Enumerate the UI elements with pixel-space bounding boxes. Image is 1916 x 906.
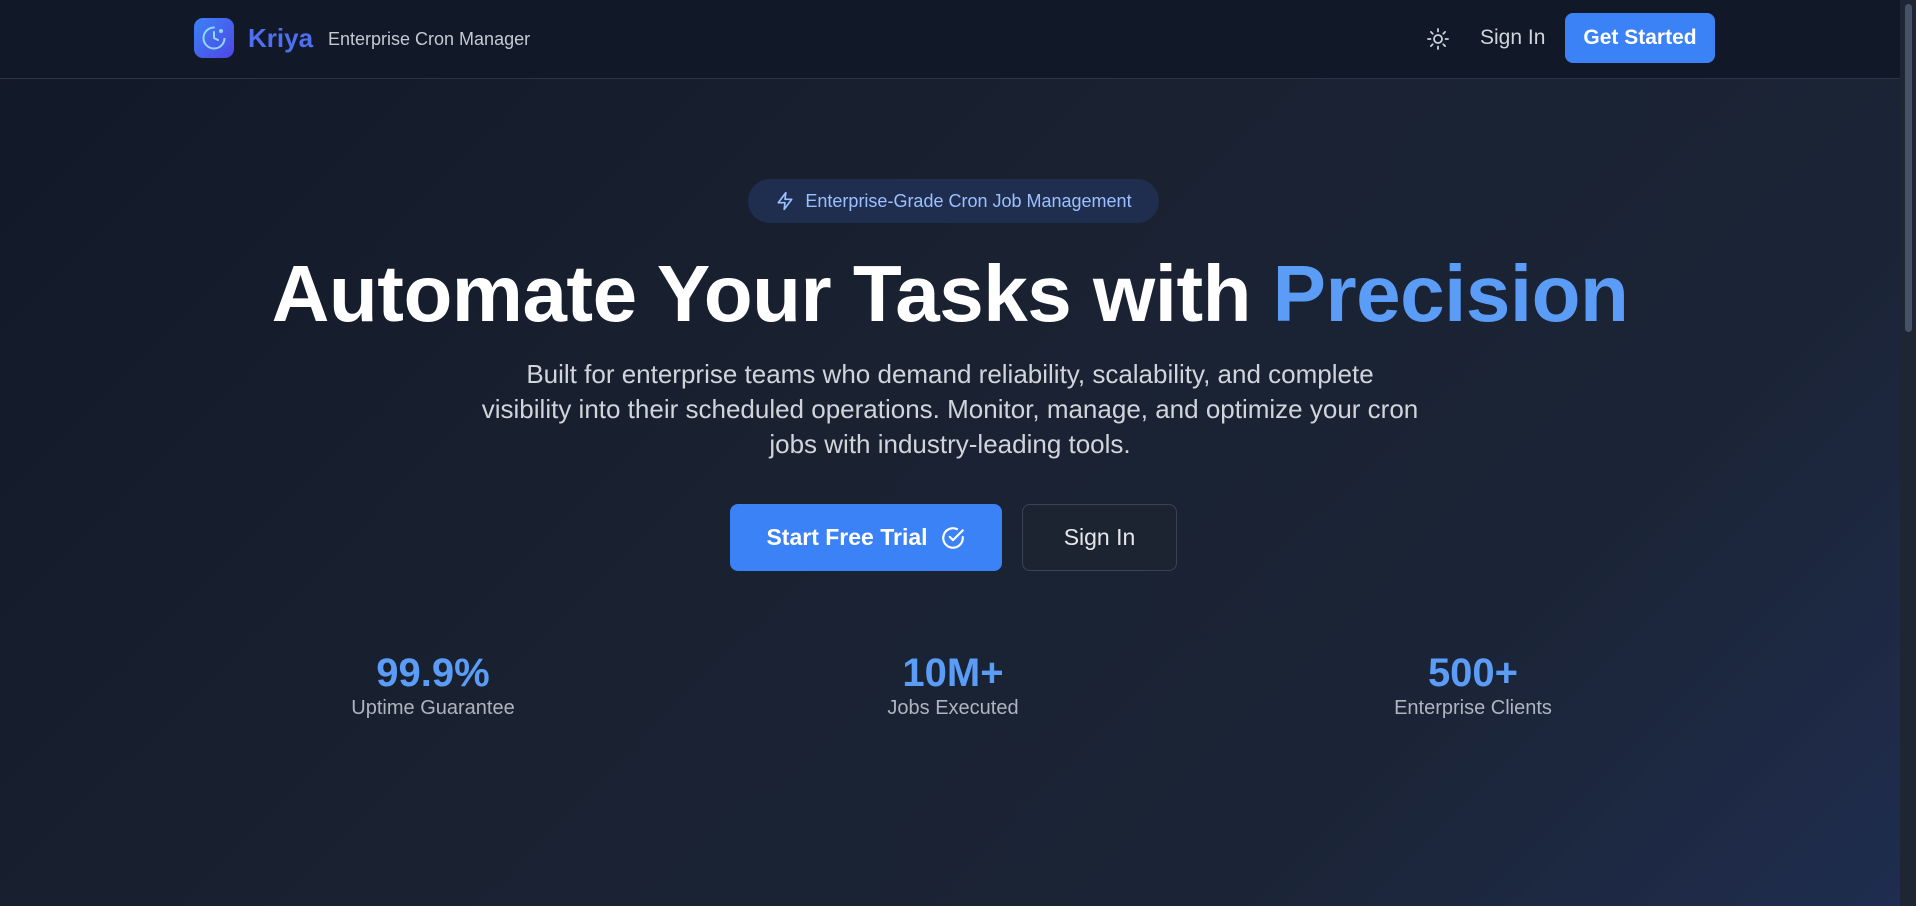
theme-toggle-button[interactable] <box>1423 24 1453 54</box>
hero-sign-in-button[interactable]: Sign In <box>1022 504 1177 571</box>
nav-sign-in-link[interactable]: Sign In <box>1480 25 1545 51</box>
start-free-trial-label: Start Free Trial <box>766 524 928 550</box>
stat-jobs: 10M+ Jobs Executed <box>753 650 1153 720</box>
hero-title: Automate Your Tasks with Precision <box>0 248 1900 340</box>
stat-value: 99.9% <box>376 651 490 695</box>
stat-label: Uptime Guarantee <box>351 697 515 719</box>
lightning-icon <box>777 191 793 211</box>
check-circle-icon <box>941 526 964 549</box>
stat-value: 500+ <box>1427 651 1519 695</box>
brand-tagline: Enterprise Cron Manager <box>328 29 531 49</box>
hero-badge: Enterprise-Grade Cron Job Management <box>748 179 1159 223</box>
stat-clients: 500+ Enterprise Clients <box>1273 650 1673 720</box>
start-free-trial-button[interactable]: Start Free Trial <box>730 504 1002 571</box>
stat-uptime: 99.9% Uptime Guarantee <box>233 650 633 720</box>
scrollbar-thumb[interactable] <box>1905 4 1912 332</box>
hero-badge-text: Enterprise-Grade Cron Job Management <box>805 190 1132 211</box>
sun-icon <box>1427 28 1449 50</box>
brand-name[interactable]: Kriya <box>248 22 313 54</box>
top-nav: Kriya Enterprise Cron Manager Sign In Ge… <box>0 0 1900 79</box>
stat-label: Jobs Executed <box>887 697 1019 719</box>
logo-icon[interactable] <box>194 18 234 58</box>
hero-title-accent: Precision <box>1272 249 1629 338</box>
hero-title-main: Automate Your Tasks with <box>271 249 1273 338</box>
stat-value: 10M+ <box>902 651 1004 695</box>
get-started-button[interactable]: Get Started <box>1565 13 1715 63</box>
hero-description: Built for enterprise teams who demand re… <box>481 359 1419 459</box>
stat-label: Enterprise Clients <box>1394 697 1552 719</box>
